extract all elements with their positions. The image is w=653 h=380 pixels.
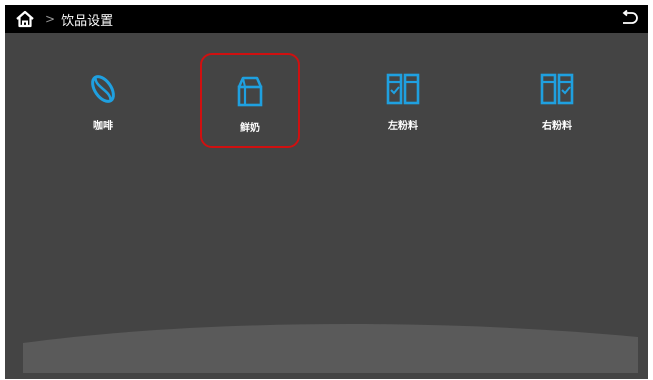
- decorative-wave: [5, 324, 648, 379]
- page-title: 饮品设置: [61, 13, 114, 29]
- milk-carton-icon: [230, 71, 270, 111]
- tile-label: 鲜奶: [240, 123, 260, 134]
- tile-coffee[interactable]: 咖啡: [53, 53, 153, 148]
- return-arrow-icon: [622, 10, 638, 24]
- tile-left-powder[interactable]: 左粉料: [353, 53, 453, 148]
- breadcrumb-separator: >: [45, 12, 56, 26]
- tile-label: 右粉料: [542, 121, 572, 132]
- home-button[interactable]: [11, 5, 39, 33]
- home-icon: [16, 10, 34, 28]
- top-bar: > 饮品设置: [5, 5, 648, 33]
- tile-milk[interactable]: 鲜奶: [200, 53, 300, 148]
- powder-box-right-icon: [537, 69, 577, 109]
- coffee-bean-icon: [83, 69, 123, 109]
- powder-box-left-icon: [383, 69, 423, 109]
- tile-right-powder[interactable]: 右粉料: [507, 53, 607, 148]
- tile-label: 左粉料: [388, 121, 418, 132]
- screen: > 饮品设置 咖啡 鲜奶 左粉料 右粉料: [5, 5, 648, 379]
- tile-label: 咖啡: [93, 121, 113, 132]
- back-button[interactable]: [618, 7, 642, 31]
